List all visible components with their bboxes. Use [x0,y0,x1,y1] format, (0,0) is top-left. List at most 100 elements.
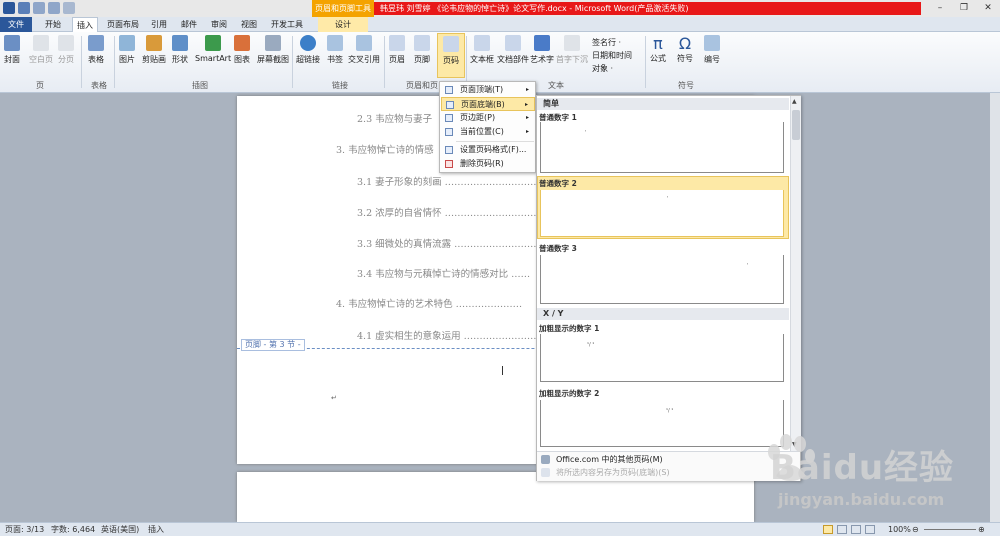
hyperlink-button[interactable]: 超链接 [296,35,320,65]
wordart-icon [534,35,550,51]
undo-icon[interactable] [33,2,45,14]
office-com-icon [541,455,550,464]
tab-review[interactable]: 审阅 [207,17,231,32]
tab-design[interactable]: 设计 [318,17,368,32]
number-button[interactable]: 编号 [704,35,720,65]
bookmark-button[interactable]: 书签 [327,35,343,65]
shapes-icon [172,35,188,51]
object-button[interactable]: 对象 · [592,63,613,74]
menu-item-bottom-of-page[interactable]: 页面底端(B) ▸ [441,97,535,111]
footer-icon [414,35,430,51]
watermark-url: jingyan.baidu.com [778,490,945,509]
picture-button[interactable]: 图片 [119,35,135,65]
tab-developer[interactable]: 开发工具 [267,17,307,32]
page-break-icon [58,35,74,51]
footer-button[interactable]: 页脚 [414,35,430,65]
wordart-button[interactable]: 艺术字 [530,35,554,65]
group-illustrations: 插图 [192,81,208,90]
gallery-scroll-thumb[interactable] [792,110,800,140]
redo-icon[interactable] [48,2,60,14]
close-icon[interactable]: ✕ [976,0,1000,17]
status-bar: 页面: 3/13 字数: 6,464 英语(美国) 插入 100% ⊖ ⊕ [0,522,1000,536]
cover-button[interactable]: 封面 [4,35,20,65]
toc-entry: 3. 韦应物悼亡诗的情感 [336,145,434,156]
smartart-button[interactable]: SmartArt [195,35,231,63]
separator [384,36,385,88]
shapes-button[interactable]: 形状 [172,35,188,65]
page-break-button[interactable]: 分页 [58,35,74,65]
menu-item-top-of-page[interactable]: 页面顶端(T) ▸ [441,83,535,97]
separator [81,36,82,88]
menu-item-format-page-numbers[interactable]: 设置页码格式(F)... [441,143,535,157]
gallery-scrollbar[interactable]: ▲ ▼ [790,96,801,451]
page-number-button[interactable]: 页码 [437,33,465,78]
table-icon [88,35,104,51]
group-pages: 页 [36,81,44,90]
context-tab-header-footer-tools: 页眉和页脚工具 [312,0,374,17]
language[interactable]: 英语(美国) [101,523,139,536]
crossref-icon [356,35,372,51]
chart-button[interactable]: 图表 [234,35,250,65]
tab-mailings[interactable]: 邮件 [177,17,201,32]
page-count[interactable]: 页面: 3/13 [5,523,44,536]
table-button[interactable]: 表格 [88,35,104,65]
menu-item-page-margins[interactable]: 页边距(P) ▸ [441,111,535,125]
blank-page-button[interactable]: 空白页 [29,35,53,65]
ribbon-tabs: 文件 开始 插入 页面布局 引用 邮件 审阅 视图 开发工具 设计 [0,17,1000,33]
gallery-item-bold-number-2[interactable]: ¹/ ¹ [540,400,784,447]
more-page-numbers-link[interactable]: Office.com 中的其他页码(M) [556,454,663,465]
word-count[interactable]: 字数: 6,464 [51,523,95,536]
menu-separator [456,141,534,142]
blank-page-icon [33,35,49,51]
tab-file[interactable]: 文件 [0,17,32,32]
zoom-out-icon[interactable]: ⊖ [912,523,919,536]
full-screen-reading-icon[interactable] [837,525,847,534]
crossref-button[interactable]: 交叉引用 [348,35,380,65]
symbol-button[interactable]: Ω 符号 [677,35,693,64]
gallery-item-plain-number-2[interactable]: ' [540,190,784,237]
header-icon [389,35,405,51]
date-time-button[interactable]: 日期和时间 [592,50,632,61]
bottom-of-page-icon [446,101,454,109]
text-cursor-icon [502,366,506,375]
hyperlink-icon [300,35,316,51]
customize-qat-icon[interactable] [63,2,75,14]
document-scrollbar[interactable] [990,93,1000,522]
insert-mode[interactable]: 插入 [148,523,164,536]
tab-home[interactable]: 开始 [40,17,66,32]
footer-section-tag: 页脚 - 第 3 节 - [241,339,305,351]
tab-insert[interactable]: 插入 [72,17,98,33]
signature-line-button[interactable]: 签名行 · [592,37,621,48]
menu-item-current-position[interactable]: 当前位置(C) ▸ [441,125,535,139]
minimize-icon[interactable]: – [928,0,952,17]
tab-view[interactable]: 视图 [237,17,261,32]
outline-view-icon[interactable] [865,525,875,534]
zoom-in-icon[interactable]: ⊕ [978,523,985,536]
print-layout-icon[interactable] [823,525,833,534]
textbox-button[interactable]: 文本框 [470,35,494,65]
clipart-button[interactable]: 剪贴画 [142,35,166,65]
screenshot-button[interactable]: 屏幕截图 [257,35,289,65]
tab-references[interactable]: 引用 [147,17,171,32]
zoom-level[interactable]: 100% [888,523,911,536]
save-icon[interactable] [18,2,30,14]
web-layout-icon[interactable] [851,525,861,534]
dropcap-button[interactable]: 首字下沉 [556,35,588,65]
group-symbols: 符号 [678,81,694,90]
quickparts-button[interactable]: 文档部件 [497,35,529,65]
gallery-item-bold-number-1[interactable]: ¹/ ¹ [540,334,784,382]
zoom-slider[interactable] [924,529,976,530]
tab-page-layout[interactable]: 页面布局 [103,17,143,32]
scroll-up-icon[interactable]: ▲ [792,98,797,105]
equation-button[interactable]: π 公式 [650,35,666,64]
gallery-section-xy: X / Y [537,308,789,320]
smartart-icon [205,35,222,51]
menu-item-remove-page-numbers[interactable]: 删除页码(R) [441,157,535,171]
gallery-item-plain-number-1[interactable]: ' [540,122,784,173]
page-number-gallery: 简单 普通数字 1 ' 普通数字 2 ' 普通数字 3 ' X / Y 加粗显示… [536,95,801,481]
title-bar: 页眉和页脚工具 韩昱玮 刘雪婷 《论韦应物的悼亡诗》论文写作.docx - Mi… [0,0,1000,17]
header-button[interactable]: 页眉 [389,35,405,65]
gallery-item-plain-number-3[interactable]: ' [540,255,784,304]
baidu-watermark: Baidu经验 jingyan.baidu.com [760,428,990,523]
restore-icon[interactable]: ❐ [952,0,976,17]
